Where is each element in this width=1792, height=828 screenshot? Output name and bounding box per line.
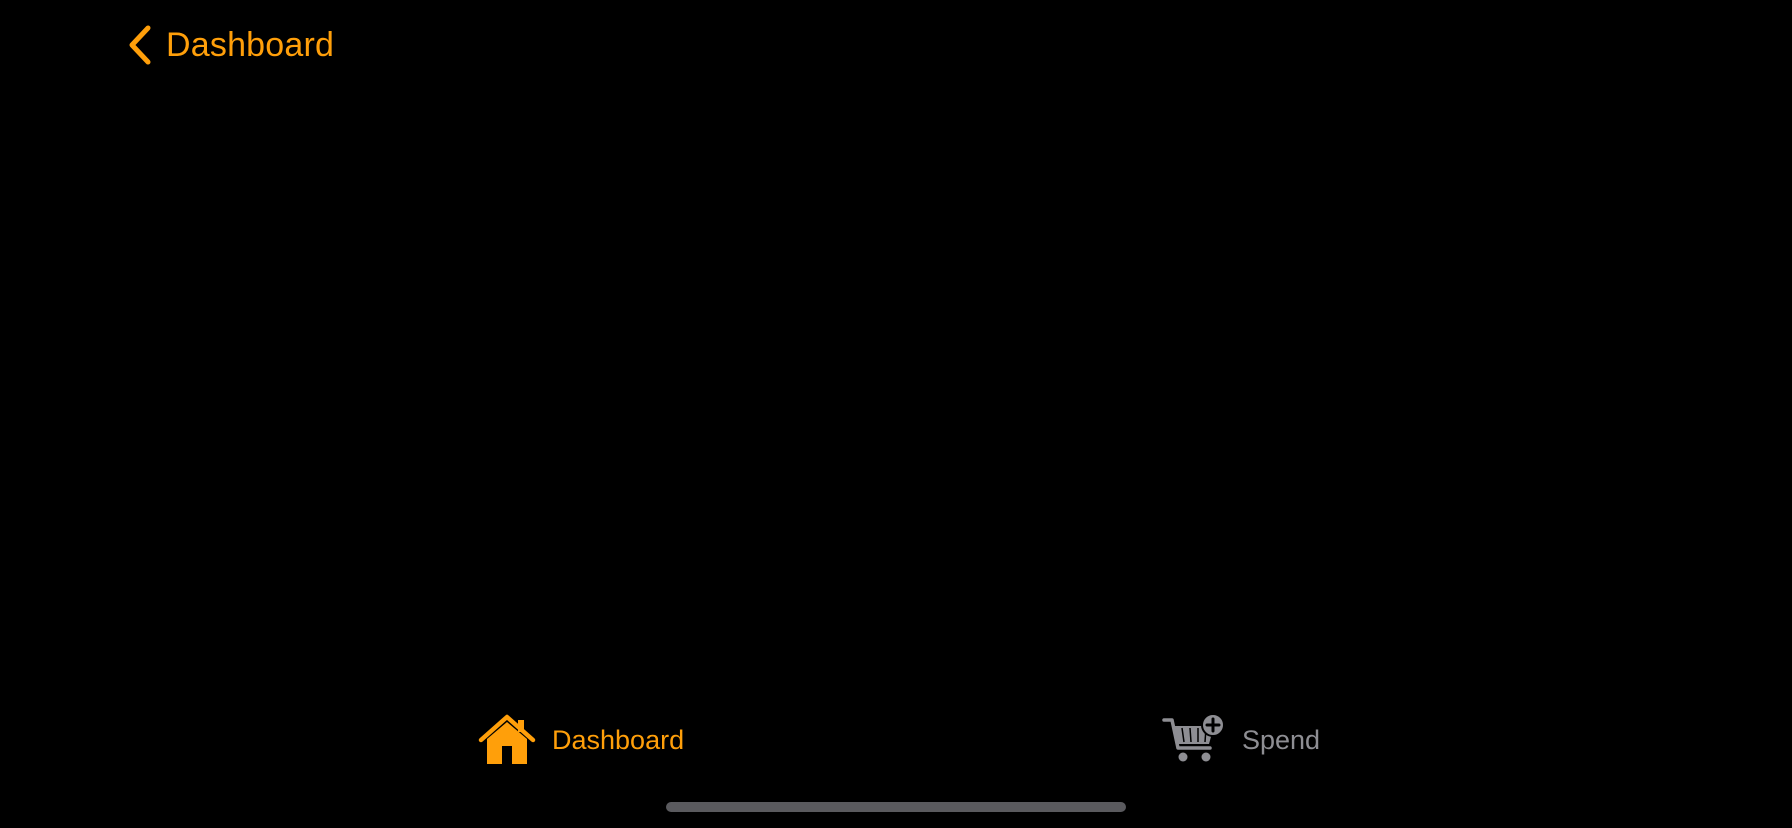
app-screen: Dashboard Dashboard Spend [0,0,1792,828]
tab-spend[interactable]: Spend [1162,710,1320,770]
chevron-left-icon [129,25,151,65]
cart-plus-icon [1162,714,1225,762]
back-button[interactable]: Dashboard [126,20,334,70]
tab-dashboard-label: Dashboard [552,724,685,755]
tab-dashboard[interactable]: Dashboard [478,710,684,770]
content-area [0,90,1792,690]
tab-spend-label: Spend [1242,724,1321,755]
home-indicator[interactable] [666,802,1126,812]
house-icon [478,714,536,764]
back-button-label: Dashboard [166,26,335,64]
tab-bar: Dashboard Spend [0,700,1792,776]
